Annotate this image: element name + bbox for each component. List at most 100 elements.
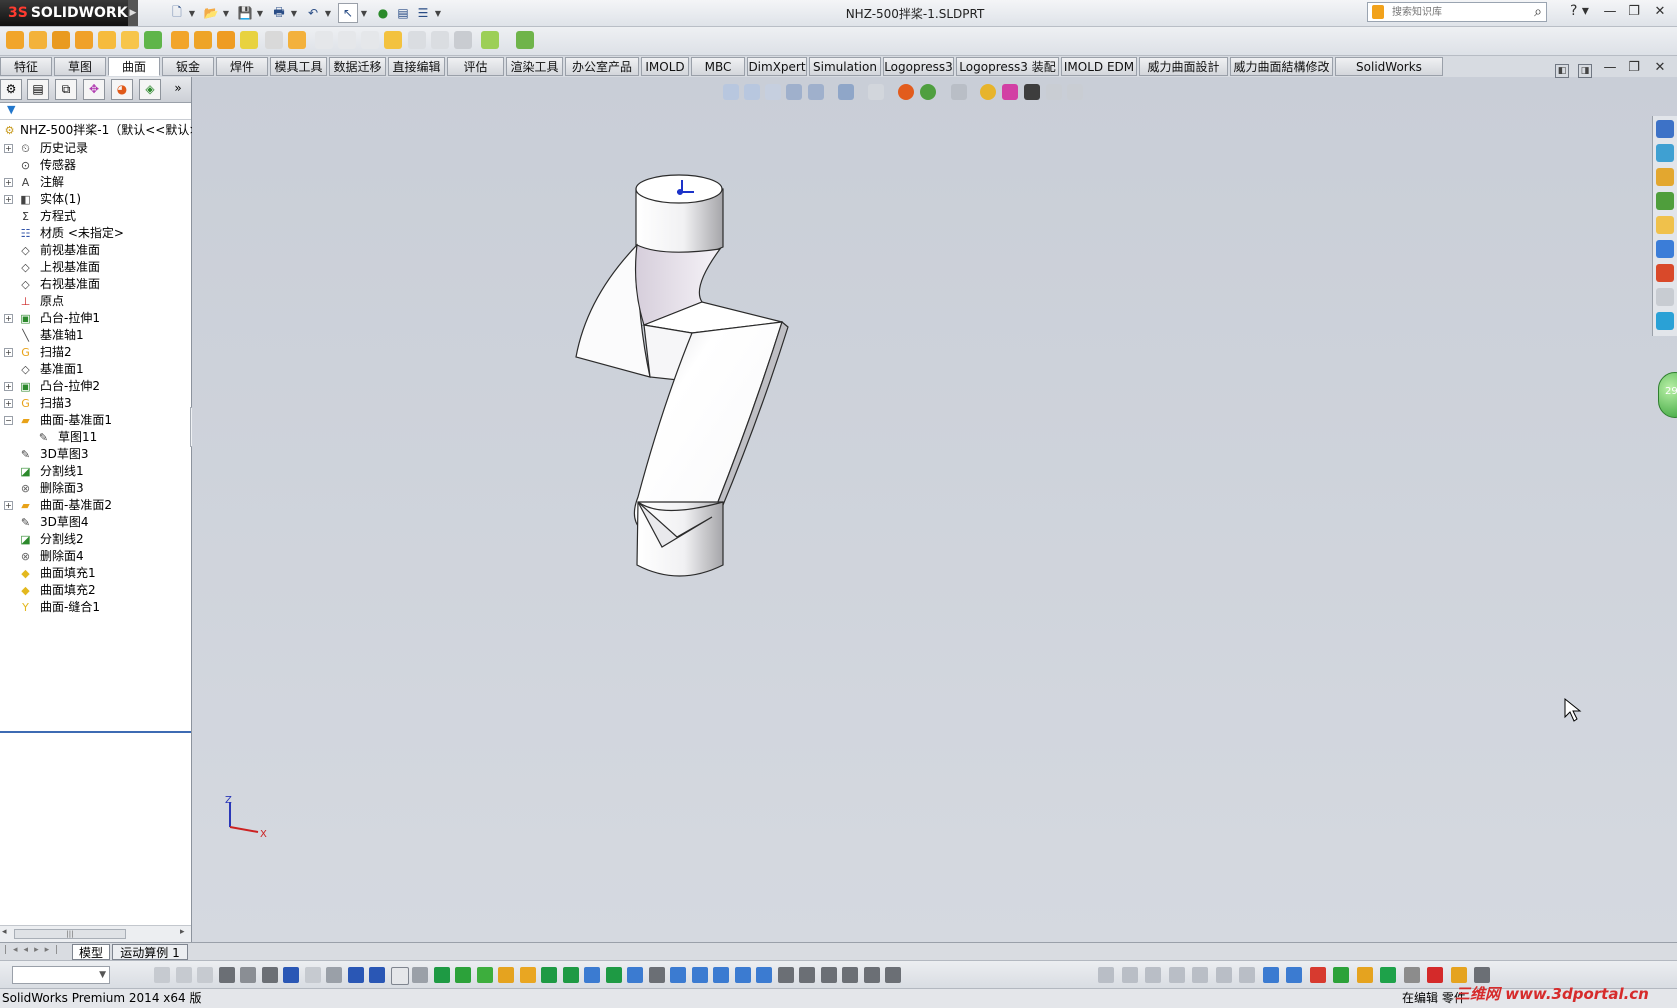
select-icon[interactable]	[348, 967, 364, 983]
convert-icon[interactable]	[1310, 967, 1326, 983]
save-dropdown-icon[interactable]: ▼	[256, 4, 264, 22]
expand-toggle-icon[interactable]: +	[4, 348, 13, 357]
save-motion-icon[interactable]	[1474, 967, 1490, 983]
rect-icon[interactable]	[455, 967, 471, 983]
surface-extend-icon[interactable]	[288, 31, 306, 49]
surface-flatten-icon[interactable]	[240, 31, 258, 49]
knit-surface-disabled-icon[interactable]	[361, 31, 379, 49]
filter-icon[interactable]	[326, 967, 342, 983]
rebuild-icon[interactable]	[154, 967, 170, 983]
lofted-surface-icon[interactable]	[75, 31, 93, 49]
view-top-icon[interactable]	[1192, 967, 1208, 983]
sketch-icon[interactable]	[1263, 967, 1279, 983]
design-library-icon[interactable]	[1656, 144, 1674, 162]
tab-0[interactable]: 特征	[0, 57, 52, 76]
view-back-icon[interactable]	[1122, 967, 1138, 983]
rendering-icon[interactable]	[1002, 84, 1018, 100]
configuration-select[interactable]: ▼	[12, 966, 110, 984]
close-button[interactable]: ✕	[1650, 2, 1670, 22]
freeform-icon[interactable]	[144, 31, 162, 49]
select-face-icon[interactable]	[369, 967, 385, 983]
expand-toggle-icon[interactable]: −	[4, 416, 13, 425]
search-results-icon[interactable]	[1656, 192, 1674, 210]
options-dropdown-icon[interactable]: ▼	[434, 4, 442, 22]
tree-item[interactable]: ⊙ 传感器	[0, 157, 190, 174]
cut-with-surface-icon[interactable]	[454, 31, 472, 49]
untrim-surface-icon[interactable]	[338, 31, 356, 49]
new-document-icon[interactable]: 🗋	[168, 4, 186, 22]
scroll-thumb[interactable]: |||	[14, 929, 126, 939]
print-icon[interactable]: 🖶	[270, 4, 288, 22]
tab-12[interactable]: MBC	[691, 57, 745, 76]
play-icon[interactable]	[1380, 967, 1396, 983]
horizontal-scrollbar[interactable]: ◂ ||| ▸	[0, 925, 191, 942]
tab-16[interactable]: Logopress3 装配	[956, 57, 1059, 76]
layer-icon[interactable]	[219, 967, 235, 983]
property-manager-tab-icon[interactable]: ▤	[27, 79, 49, 100]
bottom-tab-0[interactable]: 模型	[72, 944, 110, 960]
extend-icon[interactable]	[649, 967, 665, 983]
view-settings-icon[interactable]	[951, 84, 967, 100]
cursor-icon[interactable]	[412, 967, 428, 983]
options-icon[interactable]: ☰	[414, 4, 432, 22]
scroll-left-icon[interactable]: ◂	[2, 927, 7, 937]
knit-surface-icon[interactable]	[384, 31, 402, 49]
view-right-icon[interactable]	[1169, 967, 1185, 983]
scale-icon[interactable]	[799, 967, 815, 983]
zebra-stripes-icon[interactable]	[1024, 84, 1040, 100]
apply-scene-icon[interactable]	[920, 84, 936, 100]
configuration-manager-tab-icon[interactable]: ⧉	[55, 79, 77, 100]
delete-hole-icon[interactable]	[265, 31, 283, 49]
expand-toggle-icon[interactable]: +	[4, 382, 13, 391]
online-resources-icon[interactable]	[1656, 312, 1674, 330]
appearance-tab-icon[interactable]: ◈	[139, 79, 161, 100]
view-iso-icon[interactable]	[1239, 967, 1255, 983]
tab-navigation-arrows[interactable]: |◂◂▸▸|	[4, 945, 64, 955]
fillet-icon[interactable]	[670, 967, 686, 983]
undo-icon[interactable]: ↶	[304, 4, 322, 22]
section-view-icon[interactable]	[786, 84, 802, 100]
planar-surface-icon[interactable]	[171, 31, 189, 49]
more-tabs-icon[interactable]: »	[167, 79, 189, 100]
doc-close-button[interactable]: ✕	[1650, 58, 1670, 78]
custom-properties-icon[interactable]	[1656, 264, 1674, 282]
bottom-tab-1[interactable]: 运动算例 1	[112, 944, 188, 960]
display-style-icon[interactable]	[838, 84, 854, 100]
camera-icon[interactable]	[1046, 84, 1062, 100]
expand-toggle-icon[interactable]: +	[4, 144, 13, 153]
tab-6[interactable]: 数据迁移	[329, 57, 386, 76]
dimension-icon[interactable]	[305, 967, 321, 983]
doc-restore-button[interactable]: ❐	[1624, 58, 1644, 78]
move-icon[interactable]	[735, 967, 751, 983]
tree-item[interactable]: ◆ 曲面填充2	[0, 582, 190, 599]
ruled-surface-icon[interactable]	[217, 31, 235, 49]
fix-icon[interactable]	[885, 967, 901, 983]
tree-item[interactable]: Σ 方程式	[0, 208, 190, 225]
tree-item[interactable]: − ▰ 曲面-基准面1	[0, 412, 190, 429]
edit-appearance-icon[interactable]	[898, 84, 914, 100]
boundary-surface-icon[interactable]	[98, 31, 116, 49]
revolved-surface-icon[interactable]	[29, 31, 47, 49]
tree-item[interactable]: ◆ 曲面填充1	[0, 565, 190, 582]
tree-item[interactable]: ╲ 基准轴1	[0, 327, 190, 344]
viewport-expand-icon[interactable]: ◨	[1578, 64, 1592, 78]
tab-3[interactable]: 钣金	[162, 57, 214, 76]
tab-20[interactable]: SolidWorks Plastics	[1335, 57, 1443, 93]
performance-badge[interactable]: 29	[1658, 372, 1677, 418]
export-icon[interactable]	[1451, 967, 1467, 983]
tree-item[interactable]: ◪ 分割线2	[0, 531, 190, 548]
solidworks-logo[interactable]: 3S SOLIDWORKS	[0, 0, 138, 26]
stop-icon[interactable]	[1404, 967, 1420, 983]
thickened-cut-icon[interactable]	[431, 31, 449, 49]
solidworks-forum-icon[interactable]	[1656, 288, 1674, 306]
open-dropdown-icon[interactable]: ▼	[222, 4, 230, 22]
tab-19[interactable]: 威力曲面結構修改	[1230, 57, 1333, 76]
select-dropdown-icon[interactable]: ▼	[360, 4, 368, 22]
tab-7[interactable]: 直接编辑	[388, 57, 445, 76]
expand-toggle-icon[interactable]: +	[4, 399, 13, 408]
tab-8[interactable]: 评估	[447, 57, 504, 76]
view-orientation-icon[interactable]	[808, 84, 824, 100]
search-input[interactable]	[1390, 3, 1534, 21]
view-bottom-icon[interactable]	[1216, 967, 1232, 983]
align-icon[interactable]	[283, 967, 299, 983]
